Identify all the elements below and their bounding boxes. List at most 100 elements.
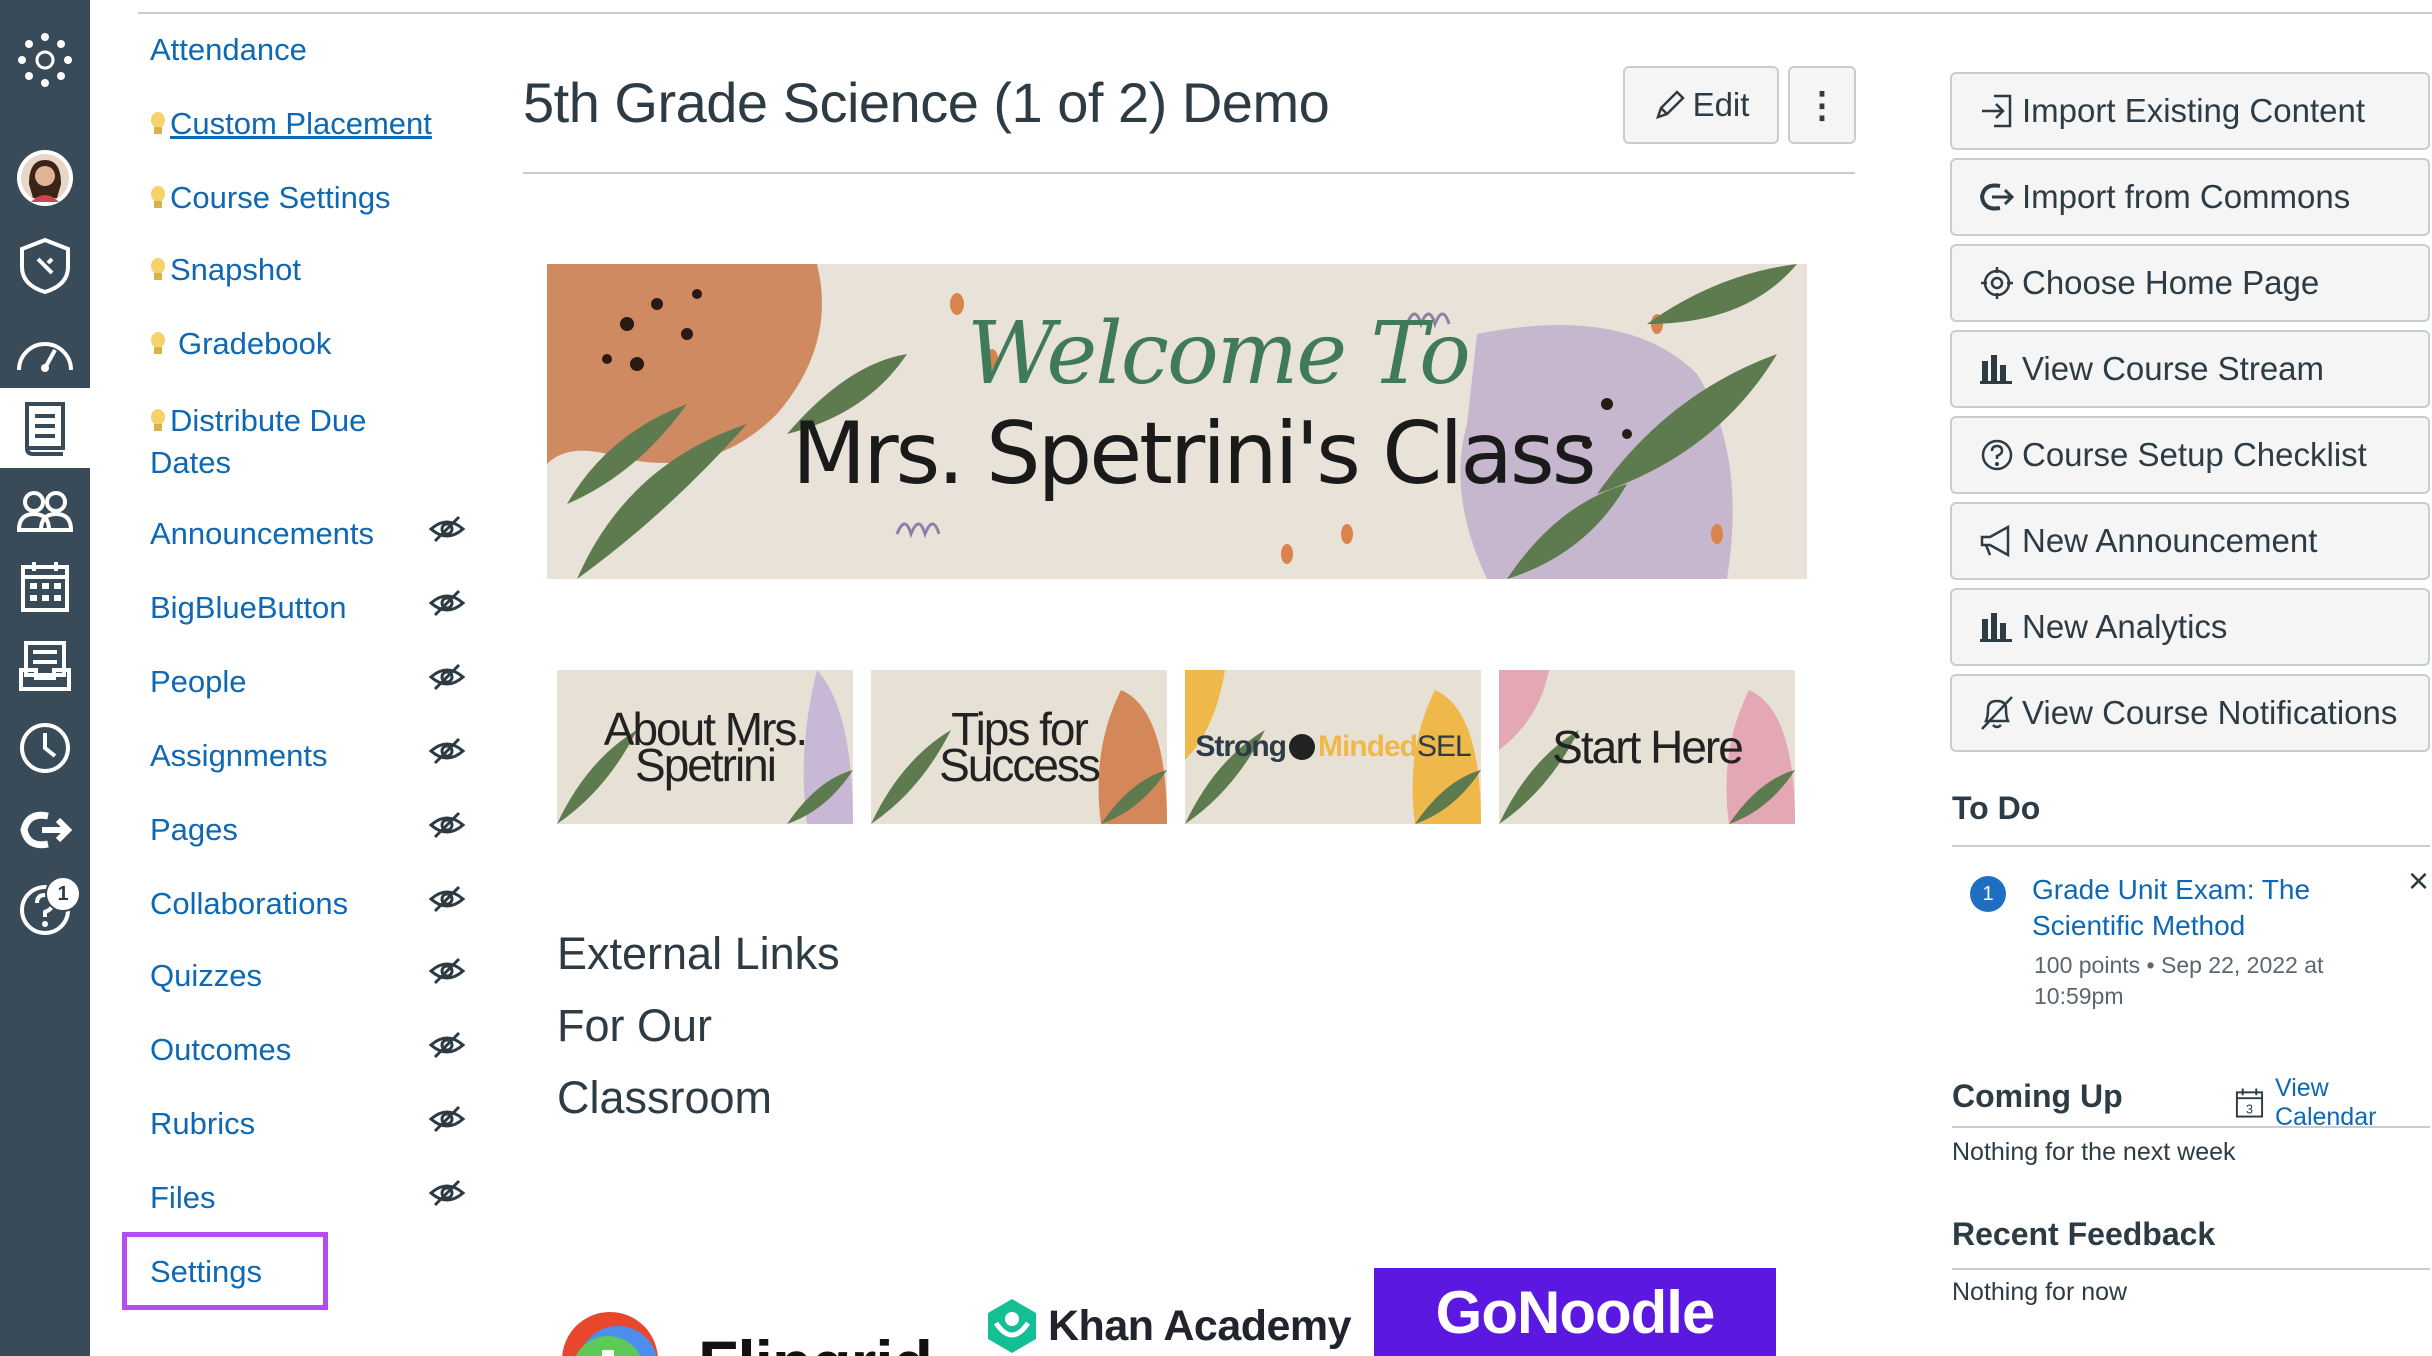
inbox-icon[interactable] bbox=[0, 636, 90, 696]
new-announcement-button[interactable]: New Announcement bbox=[1950, 502, 2430, 580]
megaphone-icon bbox=[1980, 524, 2010, 558]
thumbnail-about-text: About Mrs. Spetrini bbox=[603, 703, 808, 791]
more-options-button[interactable]: ⋮ bbox=[1788, 66, 1856, 144]
flipgrid-logo[interactable]: Flipgrid bbox=[560, 1300, 960, 1356]
help-badge: 1 bbox=[45, 876, 81, 912]
svg-text:3: 3 bbox=[2246, 1103, 2253, 1117]
dashboard-icon[interactable] bbox=[0, 322, 90, 382]
avatar[interactable] bbox=[0, 148, 90, 208]
eye-hidden-icon bbox=[428, 1105, 466, 1133]
recent-feedback-divider bbox=[1952, 1268, 2430, 1270]
eye-hidden-icon bbox=[428, 811, 466, 839]
thumbnail-tips-text: Tips for Success bbox=[939, 703, 1101, 791]
lightbulb-icon bbox=[151, 258, 165, 280]
courses-icon[interactable] bbox=[0, 398, 90, 458]
eye-hidden-icon bbox=[428, 1179, 466, 1207]
view-course-notifications-button[interactable]: View Course Notifications bbox=[1950, 674, 2430, 752]
course-nav-attendance[interactable]: Attendance bbox=[150, 32, 307, 68]
todo-heading: To Do bbox=[1952, 790, 2041, 826]
thumbnail-about[interactable]: About Mrs. Spetrini bbox=[557, 670, 853, 824]
lightbulb-icon bbox=[151, 112, 165, 134]
admin-icon[interactable] bbox=[0, 236, 90, 296]
thumbnail-strongminded[interactable]: Strong Minded SEL bbox=[1185, 670, 1481, 824]
view-course-stream-button[interactable]: View Course Stream bbox=[1950, 330, 2430, 408]
bell-icon bbox=[1981, 696, 2013, 730]
khan-icon bbox=[988, 1299, 1036, 1353]
edit-button[interactable]: Edit bbox=[1623, 66, 1779, 144]
khan-text: Khan Academy bbox=[1048, 1301, 1352, 1350]
gonoodle-text: GoNoodle bbox=[1435, 1278, 1716, 1346]
import-existing-content-button[interactable]: Import Existing Content bbox=[1950, 72, 2430, 150]
top-divider bbox=[138, 12, 2432, 14]
thumbnail-start-here-text: Start Here bbox=[1552, 721, 1744, 773]
khan-academy-logo[interactable]: Khan Academy bbox=[986, 1296, 1352, 1356]
course-nav-course-settings[interactable]: Course Settings bbox=[150, 180, 391, 216]
bar-chart-icon bbox=[1980, 355, 2012, 384]
thumbnail-strongminded-text: Strong Minded SEL bbox=[1195, 730, 1471, 763]
lightbulb-icon bbox=[151, 332, 165, 354]
eye-hidden-icon bbox=[428, 1031, 466, 1059]
flipgrid-text: Flipgrid bbox=[698, 1326, 933, 1356]
choose-home-page-button[interactable]: Choose Home Page bbox=[1950, 244, 2430, 322]
canvas-logo-icon[interactable] bbox=[0, 30, 90, 90]
course-nav-people[interactable]: People bbox=[150, 664, 247, 700]
page-title: 5th Grade Science (1 of 2) Demo bbox=[523, 71, 1330, 134]
course-nav-pages[interactable]: Pages bbox=[150, 812, 238, 848]
course-nav-gradebook[interactable]: Gradebook bbox=[150, 326, 331, 362]
flipgrid-icon bbox=[562, 1312, 658, 1356]
eye-hidden-icon bbox=[428, 515, 466, 543]
gonoodle-logo[interactable]: GoNoodle bbox=[1374, 1268, 1776, 1356]
global-nav: 1 bbox=[0, 0, 90, 1356]
course-nav-rubrics[interactable]: Rubrics bbox=[150, 1106, 255, 1142]
view-calendar-link[interactable]: 3 View Calendar bbox=[2234, 1074, 2432, 1132]
settings-highlight-box bbox=[122, 1232, 328, 1310]
external-links-heading: External Links For Our Classroom bbox=[557, 928, 840, 1123]
banner-main-text: Mrs. Spetrini's Class bbox=[792, 404, 1597, 504]
calendar-icon[interactable] bbox=[0, 556, 90, 616]
course-nav-announcements[interactable]: Announcements bbox=[150, 516, 374, 552]
bar-chart-icon bbox=[1980, 613, 2012, 642]
course-nav-quizzes[interactable]: Quizzes bbox=[150, 958, 262, 994]
eye-hidden-icon bbox=[428, 589, 466, 617]
course-nav-bigbluebutton[interactable]: BigBlueButton bbox=[150, 590, 346, 626]
eye-hidden-icon bbox=[428, 957, 466, 985]
eye-hidden-icon bbox=[428, 663, 466, 691]
todo-item-link[interactable]: Grade Unit Exam: The Scientific Method bbox=[2032, 872, 2310, 944]
thumbnail-tips[interactable]: Tips for Success bbox=[871, 670, 1167, 824]
lightbulb-icon bbox=[151, 186, 165, 208]
recent-feedback-empty: Nothing for now bbox=[1952, 1278, 2128, 1306]
commons-icon[interactable] bbox=[0, 800, 90, 860]
target-icon bbox=[1981, 267, 2013, 299]
todo-item-meta: 100 points • Sep 22, 2022 at 10:59pm bbox=[2034, 952, 2324, 1009]
eye-hidden-icon bbox=[428, 885, 466, 913]
course-nav-custom-placement[interactable]: Custom Placement bbox=[150, 106, 432, 142]
course-nav-assignments[interactable]: Assignments bbox=[150, 738, 327, 774]
commons-icon bbox=[1979, 183, 2015, 211]
groups-icon[interactable] bbox=[0, 480, 90, 540]
course-nav-collaborations[interactable]: Collaborations bbox=[150, 886, 348, 922]
thumbnail-start-here[interactable]: Start Here bbox=[1499, 670, 1795, 824]
import-icon bbox=[1982, 94, 2012, 128]
course-nav-outcomes[interactable]: Outcomes bbox=[150, 1032, 291, 1068]
welcome-banner: Welcome To Mrs. Spetrini's Class bbox=[547, 264, 1807, 579]
coming-up-empty: Nothing for the next week bbox=[1952, 1138, 2236, 1166]
coming-up-heading: Coming Up bbox=[1952, 1078, 2123, 1114]
import-from-commons-button[interactable]: Import from Commons bbox=[1950, 158, 2430, 236]
calendar-icon: 3 bbox=[2235, 1088, 2264, 1118]
course-nav-files[interactable]: Files bbox=[150, 1180, 215, 1216]
header-divider bbox=[523, 172, 1855, 174]
lightning-icon bbox=[1288, 734, 1315, 760]
todo-divider bbox=[1952, 845, 2430, 847]
new-analytics-button[interactable]: New Analytics bbox=[1950, 588, 2430, 666]
course-nav-snapshot[interactable]: Snapshot bbox=[150, 252, 301, 288]
coming-up-divider bbox=[1952, 1126, 2430, 1128]
recent-feedback-heading: Recent Feedback bbox=[1952, 1216, 2216, 1252]
course-nav-distribute-due-dates[interactable]: Distribute Due Dates bbox=[150, 400, 366, 484]
dismiss-todo-button[interactable]: × bbox=[2408, 860, 2429, 902]
course-setup-checklist-button[interactable]: Course Setup Checklist bbox=[1950, 416, 2430, 494]
pencil-icon bbox=[1655, 90, 1685, 119]
todo-count-badge: 1 bbox=[1970, 876, 2006, 912]
history-icon[interactable] bbox=[0, 718, 90, 778]
lightbulb-icon bbox=[151, 409, 165, 431]
banner-script-text: Welcome To bbox=[967, 304, 1471, 404]
